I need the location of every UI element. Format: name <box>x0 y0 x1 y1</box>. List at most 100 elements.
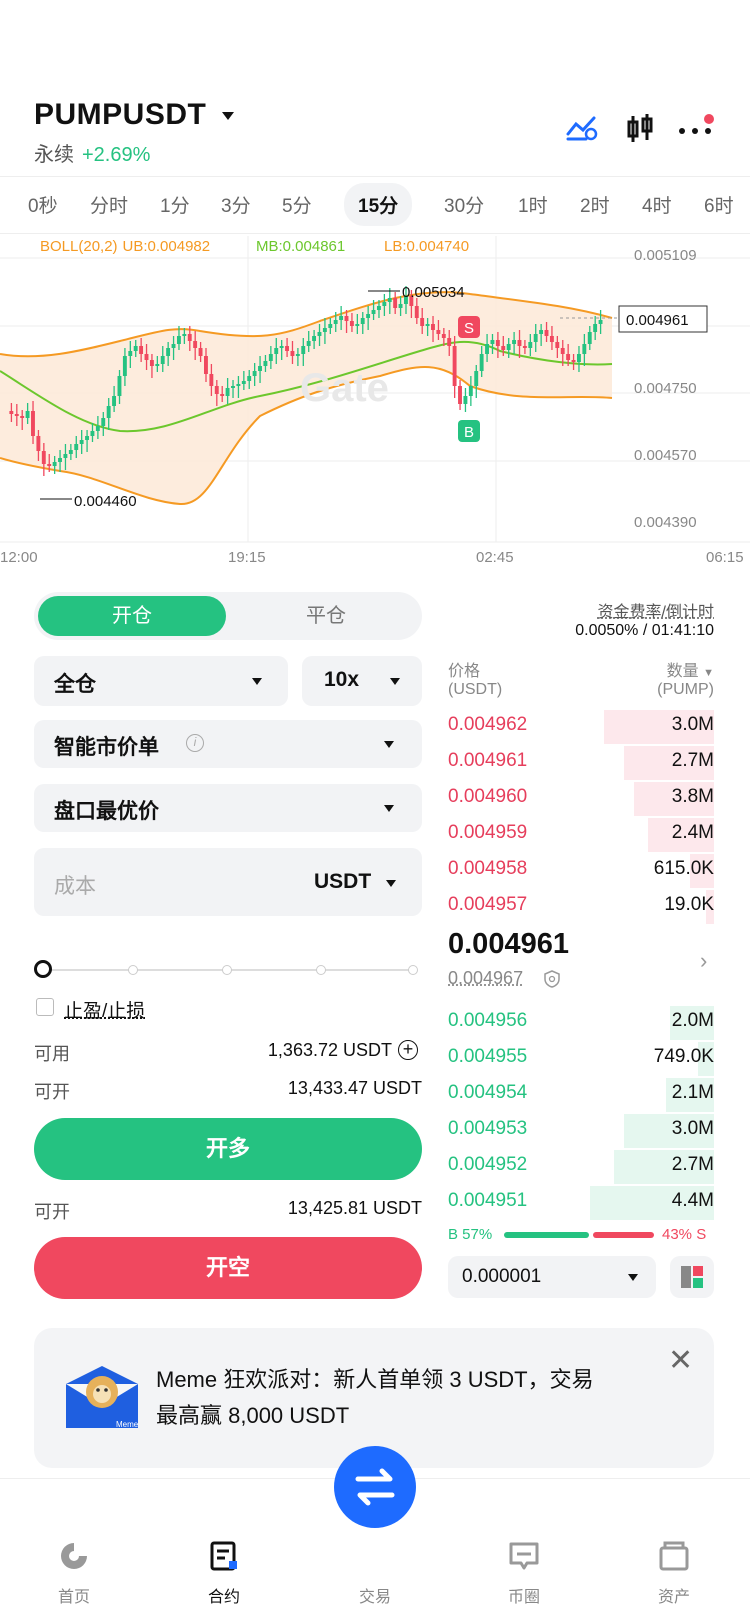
nav-trade[interactable]: 交易 <box>335 1539 415 1607</box>
bid-quantity[interactable]: 2.7M <box>560 1154 714 1176</box>
nav-assets[interactable]: 资产 <box>634 1539 714 1607</box>
candle-body <box>539 330 544 334</box>
tf-5m[interactable]: 5分 <box>282 191 312 218</box>
chevron-right-icon[interactable]: › <box>700 948 707 974</box>
nav-home[interactable]: 首页 <box>34 1539 114 1607</box>
price-header-label: 价格 <box>448 663 481 680</box>
open-long-button[interactable]: 开多 <box>34 1118 422 1180</box>
layout-toggle[interactable] <box>670 1256 714 1298</box>
funding-rate-label[interactable]: 资金费率/倒计时 <box>452 598 714 622</box>
ask-quantity[interactable]: 19.0K <box>560 894 714 916</box>
amount-slider-handle[interactable] <box>34 960 52 978</box>
tf-2h[interactable]: 2时 <box>580 191 610 218</box>
ask-price[interactable]: 0.004960 <box>448 786 527 808</box>
bid-price[interactable]: 0.004956 <box>448 1010 527 1032</box>
nav-square[interactable]: 币圈 <box>484 1539 564 1607</box>
tf-4h[interactable]: 4时 <box>642 191 672 218</box>
bid-price[interactable]: 0.004951 <box>448 1190 527 1212</box>
candle-body <box>479 354 484 371</box>
ask-quantity[interactable]: 3.8M <box>560 786 714 808</box>
current-price-tag: 0.004961 <box>626 312 689 329</box>
candle-body <box>258 366 262 371</box>
bid-price[interactable]: 0.004953 <box>448 1118 527 1140</box>
candle-body <box>566 354 571 360</box>
candle-body <box>582 344 587 354</box>
nav-futures[interactable]: 合约 <box>184 1539 264 1607</box>
ask-price[interactable]: 0.004957 <box>448 894 527 916</box>
tf-1m[interactable]: 1分 <box>160 191 190 218</box>
candle-body <box>187 334 192 341</box>
bid-quantity[interactable]: 3.0M <box>560 1118 714 1140</box>
candle-body <box>279 346 284 348</box>
ask-quantity[interactable]: 2.4M <box>560 822 714 844</box>
ask-price[interactable]: 0.004962 <box>448 714 527 736</box>
candle-body <box>52 462 57 466</box>
cost-input[interactable]: 成本 USDT <box>34 848 422 916</box>
bid-quantity[interactable]: 2.1M <box>560 1082 714 1104</box>
tpsl-label[interactable]: 止盈/止损 <box>64 996 145 1023</box>
precision-select[interactable]: 0.000001 <box>448 1256 656 1298</box>
tf-15m[interactable]: 15分 <box>344 183 413 226</box>
close-icon[interactable]: ✕ <box>668 1346 693 1376</box>
cost-unit[interactable]: USDT <box>314 870 371 894</box>
candle-body <box>506 344 511 350</box>
pair-selector[interactable]: PUMPUSDT <box>34 98 235 132</box>
ask-quantity[interactable]: 3.0M <box>560 714 714 736</box>
candlestick-icon[interactable] <box>626 114 654 149</box>
qty-header[interactable]: 数量 ▼ (PUMP) <box>600 657 714 699</box>
bid-price[interactable]: 0.004955 <box>448 1046 527 1068</box>
bid-price[interactable]: 0.004952 <box>448 1154 527 1176</box>
bid-quantity[interactable]: 749.0K <box>560 1046 714 1068</box>
margin-mode-select[interactable]: 全仓 <box>34 656 288 706</box>
ask-quantity[interactable]: 2.7M <box>560 750 714 772</box>
ask-quantity[interactable]: 615.0K <box>560 858 714 880</box>
bid-quantity[interactable]: 2.0M <box>560 1010 714 1032</box>
candle-body <box>474 371 479 386</box>
banner-line2: 最高赢 8,000 USDT <box>156 1403 350 1428</box>
candle-body <box>425 324 430 326</box>
price-tick: 0.005109 <box>634 247 697 264</box>
candle-body <box>458 386 462 404</box>
tab-open[interactable]: 开仓 <box>38 596 226 636</box>
tab-close[interactable]: 平仓 <box>234 596 418 636</box>
candle-body <box>231 386 235 388</box>
price-type-select[interactable]: 盘口最优价 <box>34 784 422 832</box>
trade-button[interactable] <box>334 1446 416 1528</box>
swap-icon <box>355 1468 395 1506</box>
sell-ratio-bar <box>593 1232 654 1238</box>
slider-stop[interactable] <box>316 965 326 975</box>
candle-body <box>274 348 279 354</box>
available-value: 1,363.72 USDT <box>267 1040 392 1060</box>
ask-price[interactable]: 0.004958 <box>448 858 527 880</box>
tf-3m[interactable]: 3分 <box>221 191 251 218</box>
add-funds-icon[interactable]: + <box>398 1040 418 1060</box>
chart-settings-icon[interactable] <box>566 114 598 147</box>
slider-stop[interactable] <box>128 965 138 975</box>
tf-6h[interactable]: 6时 <box>704 191 734 218</box>
tpsl-checkbox[interactable] <box>36 998 54 1016</box>
tf-0s[interactable]: 0秒 <box>28 191 58 218</box>
slider-stop[interactable] <box>408 965 418 975</box>
sell-ratio: 43% S <box>662 1226 707 1243</box>
info-icon[interactable]: i <box>186 734 204 752</box>
tf-30m[interactable]: 30分 <box>444 191 484 218</box>
chevron-down-icon <box>386 880 396 887</box>
mark-price[interactable]: 0.004967 <box>448 968 523 989</box>
ask-price[interactable]: 0.004959 <box>448 822 527 844</box>
candle-body <box>420 318 425 326</box>
low-label: 0.004460 <box>74 493 137 510</box>
tf-1h[interactable]: 1时 <box>518 191 548 218</box>
kline-chart[interactable]: Gate 0.005034 0.004460 S B 0.004961 BOLL… <box>0 236 750 576</box>
bid-quantity[interactable]: 4.4M <box>560 1190 714 1212</box>
tf-minute-line[interactable]: 分时 <box>90 191 128 218</box>
open-short-button[interactable]: 开空 <box>34 1237 422 1299</box>
leverage-select[interactable]: 10x <box>302 656 422 706</box>
bid-price[interactable]: 0.004954 <box>448 1082 527 1104</box>
wallet-icon <box>659 1541 689 1571</box>
ask-price[interactable]: 0.004961 <box>448 750 527 772</box>
order-type-select[interactable]: 智能市价单 i <box>34 720 422 768</box>
slider-stop[interactable] <box>222 965 232 975</box>
candle-body <box>220 394 225 396</box>
chevron-down-icon <box>252 678 262 685</box>
more-icon[interactable] <box>678 122 714 141</box>
